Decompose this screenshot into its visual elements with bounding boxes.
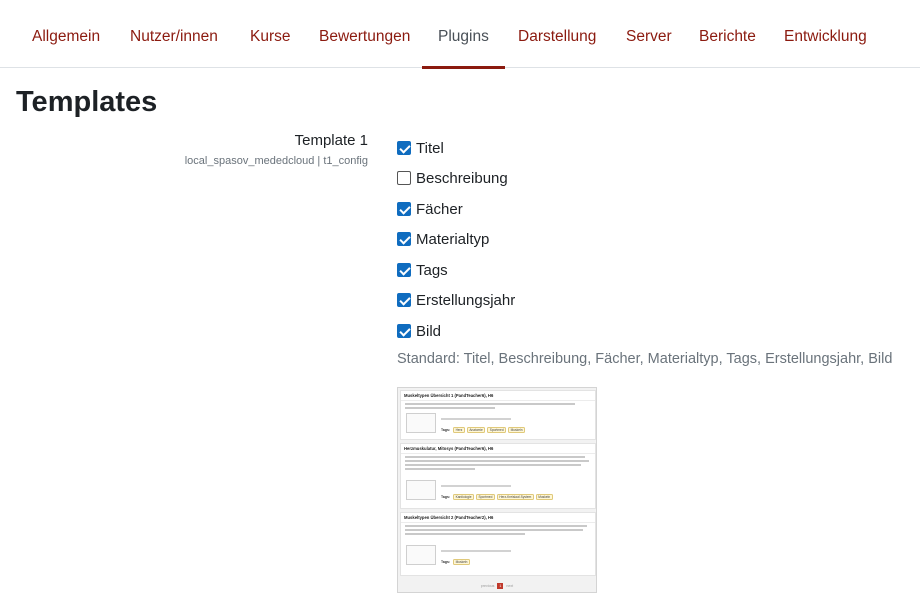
preview-pager-current: 1 [497, 583, 504, 589]
option-bild[interactable]: Bild [397, 320, 441, 342]
option-label[interactable]: Titel [416, 140, 444, 157]
preview-tags-label: Tags: [441, 495, 451, 499]
preview-card: Muskeltypen Übersicht 2 (PandTeacher2), … [400, 512, 596, 576]
option-label[interactable]: Tags [416, 262, 448, 279]
option-titel[interactable]: Titel [397, 137, 444, 159]
checkbox[interactable] [397, 293, 411, 307]
checkbox[interactable] [397, 171, 411, 185]
tab-allgemein[interactable]: Allgemein [16, 0, 116, 68]
preview-tags: Tags: Herz Anatomie Sportmed Muskeln [441, 427, 525, 433]
tab-entwicklung[interactable]: Entwicklung [768, 0, 883, 68]
template-preview-image: Muskeltypen Übersicht 1 (PandTeacher6), … [397, 387, 597, 593]
option-label[interactable]: Fächer [416, 201, 463, 218]
page-title: Templates [16, 86, 158, 118]
preview-text-line [405, 463, 581, 466]
preview-card-title: Muskeltypen Übersicht 2 (PandTeacher2), … [401, 513, 595, 523]
preview-card-title: Herzmuskulatur, Mitosys (PandTeacher6), … [401, 444, 595, 454]
tab-berichte[interactable]: Berichte [683, 0, 772, 68]
checkbox[interactable] [397, 263, 411, 277]
setting-label: Template 1 local_spasov_mededcloud | t1_… [185, 131, 368, 170]
preview-card-title: Muskeltypen Übersicht 1 (PandTeacher6), … [401, 391, 595, 401]
preview-tag: Sportmed [487, 427, 507, 433]
preview-text-line [405, 532, 525, 535]
tab-server[interactable]: Server [610, 0, 688, 68]
preview-tags-label: Tags: [441, 428, 451, 432]
option-label[interactable]: Beschreibung [416, 170, 508, 187]
preview-thumbnail [406, 413, 436, 433]
preview-text-line [405, 528, 583, 531]
preview-tag: Anatomie [466, 427, 486, 433]
preview-tag: Muskeln [508, 427, 525, 433]
tab-plugins[interactable]: Plugins [422, 0, 505, 69]
tab-kurse[interactable]: Kurse [234, 0, 307, 68]
preview-tag: Muskeln [453, 559, 470, 565]
option-label[interactable]: Erstellungsjahr [416, 292, 515, 309]
preview-tag: Muskeln [535, 494, 553, 500]
default-value-text: Standard: Titel, Beschreibung, Fächer, M… [397, 351, 893, 367]
preview-tag: Sportmed [476, 494, 495, 500]
preview-meta-line [441, 418, 511, 420]
setting-id: local_spasov_mededcloud | t1_config [184, 155, 368, 167]
option-beschreibung[interactable]: Beschreibung [397, 167, 508, 189]
option-label[interactable]: Bild [416, 323, 441, 340]
setting-name: Template 1 [294, 132, 368, 149]
preview-pager-next: next [506, 584, 514, 588]
tab-darstellung[interactable]: Darstellung [502, 0, 612, 68]
preview-text-line [405, 459, 589, 462]
option-faecher[interactable]: Fächer [397, 198, 463, 220]
preview-text-line [405, 406, 495, 409]
preview-text-line [405, 524, 587, 527]
preview-tags: Tags: Kardiologie Sportmed Herz-Kreislau… [441, 494, 553, 500]
preview-text-line [405, 402, 575, 405]
option-erstellungsjahr[interactable]: Erstellungsjahr [397, 289, 515, 311]
preview-meta-line [441, 485, 511, 487]
preview-thumbnail [406, 480, 436, 500]
primary-navigation: Allgemein Nutzer/innen Kurse Bewertungen… [0, 0, 920, 69]
preview-tags-label: Tags: [441, 560, 451, 564]
checkbox[interactable] [397, 232, 411, 246]
option-label[interactable]: Materialtyp [416, 231, 489, 248]
preview-card: Muskeltypen Übersicht 1 (PandTeacher6), … [400, 390, 596, 440]
tab-bewertungen[interactable]: Bewertungen [303, 0, 426, 68]
tab-nutzer-innen[interactable]: Nutzer/innen [114, 0, 234, 68]
preview-tags: Tags: Muskeln [441, 559, 470, 565]
preview-tag: Herz [453, 427, 465, 433]
preview-text-line [405, 467, 475, 470]
checkbox[interactable] [397, 141, 411, 155]
preview-pager-prev: previous [480, 584, 495, 588]
preview-tag: Kardiologie [453, 494, 475, 500]
option-materialtyp[interactable]: Materialtyp [397, 228, 489, 250]
checkbox[interactable] [397, 324, 411, 338]
preview-meta-line [441, 550, 511, 552]
preview-tag: Herz-Kreislauf-System [496, 494, 534, 500]
preview-text-line [405, 455, 585, 458]
preview-card: Herzmuskulatur, Mitosys (PandTeacher6), … [400, 443, 596, 509]
preview-thumbnail [406, 545, 436, 565]
preview-pagination: previous 1 next [398, 583, 596, 589]
option-tags[interactable]: Tags [397, 259, 448, 281]
checkbox[interactable] [397, 202, 411, 216]
